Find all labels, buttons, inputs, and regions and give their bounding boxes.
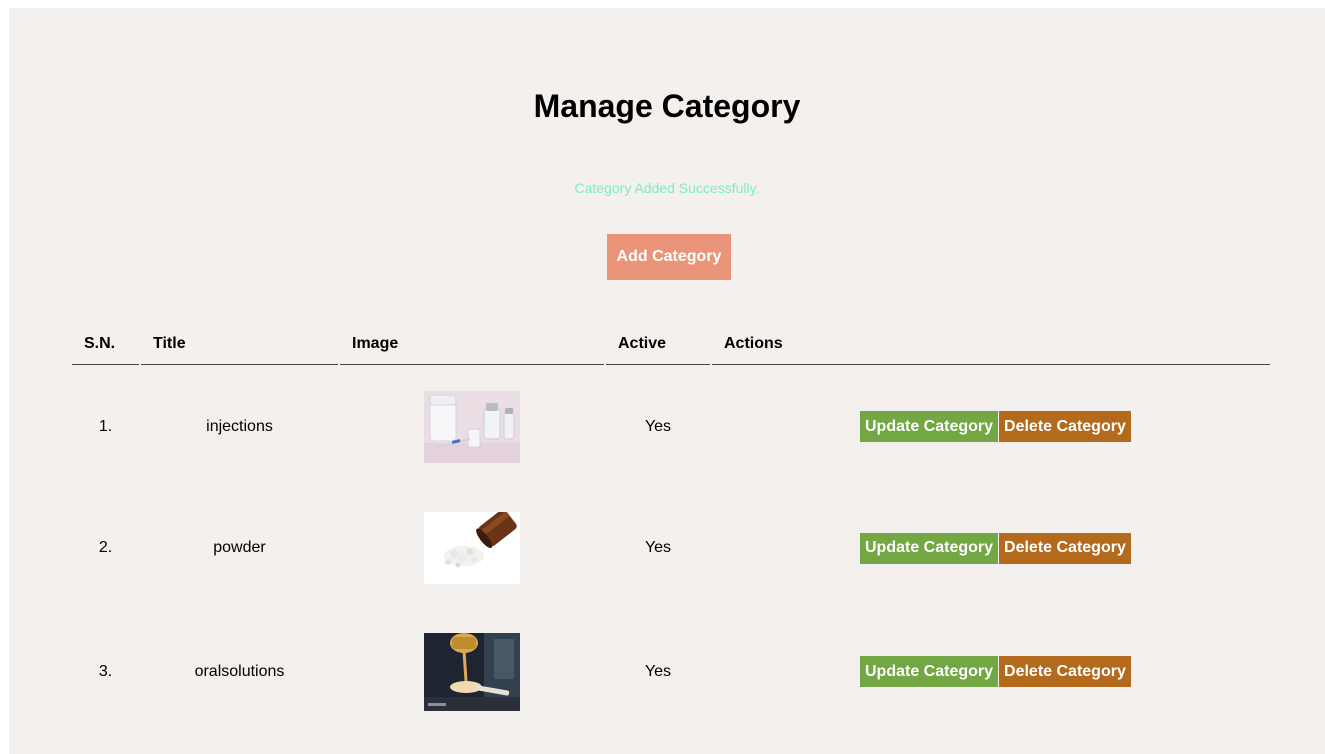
header-actions: Actions — [712, 324, 1270, 365]
row-title: injections — [206, 417, 273, 435]
update-category-button[interactable]: Update Category — [860, 411, 999, 442]
header-active: Active — [606, 324, 710, 365]
header-image: Image — [340, 324, 604, 365]
row-actions: Update Category Delete Category — [712, 488, 1270, 608]
table-row: 1. injections Yes Update Category Delete… — [72, 365, 1270, 488]
row-sn: 2. — [98, 539, 113, 556]
header-sn: S.N. — [72, 324, 139, 365]
table-row: 3. oralsolutions Yes Update Category Del… — [72, 608, 1270, 735]
row-actions: Update Category Delete Category — [712, 608, 1270, 735]
row-image-cell — [340, 608, 604, 735]
header-title: Title — [141, 324, 338, 365]
injection-vials-image — [424, 390, 520, 463]
row-title: oralsolutions — [194, 662, 285, 680]
delete-category-button[interactable]: Delete Category — [999, 656, 1131, 687]
row-sn: 1. — [98, 417, 113, 435]
row-image-cell — [340, 365, 604, 488]
delete-category-button[interactable]: Delete Category — [999, 411, 1131, 442]
row-active: Yes — [644, 539, 672, 556]
row-sn: 3. — [98, 662, 113, 680]
powder-bottle-image — [424, 512, 520, 584]
update-category-button[interactable]: Update Category — [860, 656, 999, 687]
add-category-button[interactable]: Add Category — [607, 234, 731, 280]
row-active: Yes — [644, 662, 672, 680]
page-title: Manage Category — [533, 88, 801, 124]
oral-solution-spoon-image — [424, 632, 520, 711]
flash-message: Category Added Successfully. — [574, 180, 760, 196]
row-title: powder — [213, 539, 266, 556]
table-row: 2. powder Yes Update Category Delete Cat… — [72, 488, 1270, 608]
delete-category-button[interactable]: Delete Category — [999, 532, 1131, 564]
category-table: S.N. Title Image Active Actions 1. injec… — [70, 324, 1272, 735]
row-image-cell — [340, 488, 604, 608]
row-active: Yes — [644, 417, 672, 435]
update-category-button[interactable]: Update Category — [860, 532, 999, 564]
row-actions: Update Category Delete Category — [712, 365, 1270, 488]
table-header-row: S.N. Title Image Active Actions — [72, 324, 1270, 365]
manage-category-panel: Manage Category Category Added Successfu… — [9, 8, 1325, 754]
